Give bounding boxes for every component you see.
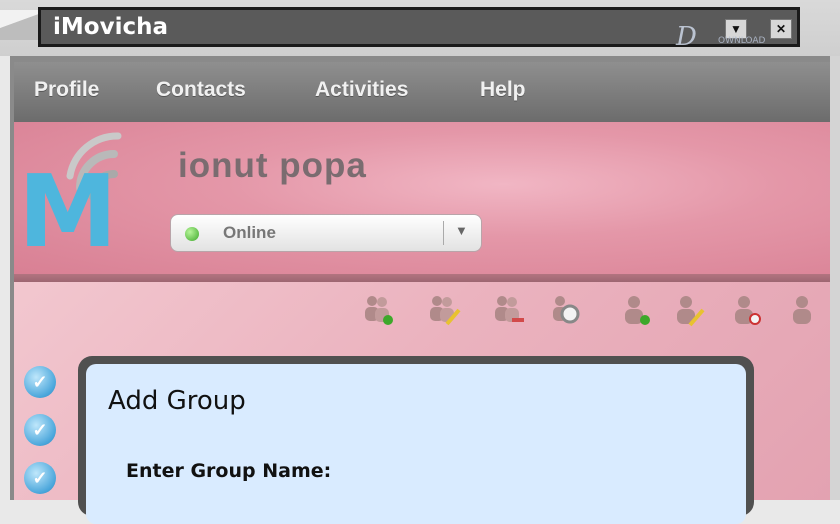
remove-contact-icon[interactable] xyxy=(728,292,764,328)
status-label: Online xyxy=(223,223,276,242)
menu-profile[interactable]: Profile xyxy=(34,78,99,102)
frame-corner xyxy=(0,10,40,40)
header-divider xyxy=(14,274,830,282)
add-group-icon[interactable] xyxy=(360,292,396,328)
group-name-label: Enter Group Name: xyxy=(126,460,332,482)
check-icon: ✓ xyxy=(32,467,48,488)
app-logo: M xyxy=(18,153,118,270)
window-title: iMovicha xyxy=(53,14,168,40)
status-dropdown[interactable]: Online ▼ xyxy=(170,214,482,252)
watermark-letter: D xyxy=(676,22,697,52)
dialog-panel: Add Group Enter Group Name: xyxy=(86,364,746,524)
menu-activities[interactable]: Activities xyxy=(315,78,408,102)
menu-help[interactable]: Help xyxy=(480,78,526,102)
status-separator xyxy=(443,221,444,245)
sidebar-check-button-3[interactable]: ✓ xyxy=(24,462,56,494)
watermark-text: OWNLOAD xyxy=(718,36,766,46)
user-name: ionut popa xyxy=(178,146,367,185)
remove-group-icon[interactable] xyxy=(490,292,526,328)
chevron-down-icon: ▼ xyxy=(455,223,468,238)
menu-bar: Profile Contacts Activities Help xyxy=(14,62,830,122)
menu-contacts[interactable]: Contacts xyxy=(156,78,246,102)
contact-icon[interactable] xyxy=(786,292,822,328)
search-group-icon[interactable] xyxy=(548,292,584,328)
add-contact-icon[interactable] xyxy=(618,292,654,328)
edit-group-icon[interactable] xyxy=(425,292,461,328)
check-icon: ✓ xyxy=(32,371,48,392)
dialog-title: Add Group xyxy=(108,386,246,416)
add-group-dialog: Add Group Enter Group Name: xyxy=(78,356,754,524)
online-status-icon xyxy=(185,227,199,241)
window-edge xyxy=(830,56,840,500)
sidebar-check-button-2[interactable]: ✓ xyxy=(24,414,56,446)
profile-header: M ionut popa Online ▼ xyxy=(14,122,830,278)
sidebar-check-button-1[interactable]: ✓ xyxy=(24,366,56,398)
check-icon: ✓ xyxy=(32,419,48,440)
edit-contact-icon[interactable] xyxy=(670,292,706,328)
watermark-logo: D OWNLOAD xyxy=(676,22,796,56)
